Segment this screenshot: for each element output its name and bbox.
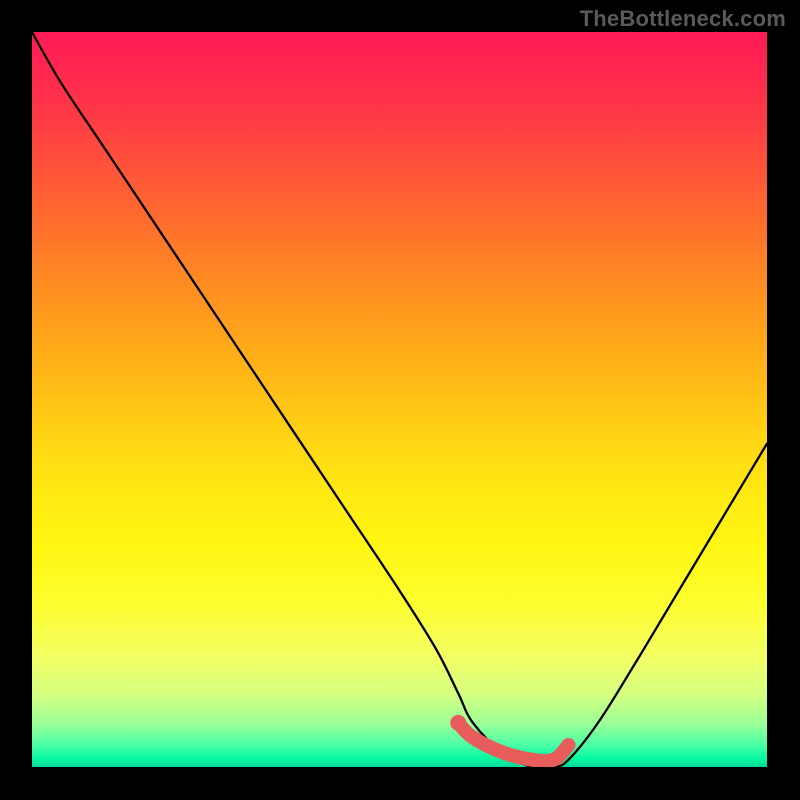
- bottleneck-curve-path: [32, 32, 767, 767]
- plot-area: [32, 32, 767, 767]
- chart-frame: TheBottleneck.com: [0, 0, 800, 800]
- optimal-marker: [450, 715, 466, 731]
- attribution-label: TheBottleneck.com: [580, 6, 786, 32]
- chart-svg: [32, 32, 767, 767]
- optimal-range-path: [458, 723, 568, 761]
